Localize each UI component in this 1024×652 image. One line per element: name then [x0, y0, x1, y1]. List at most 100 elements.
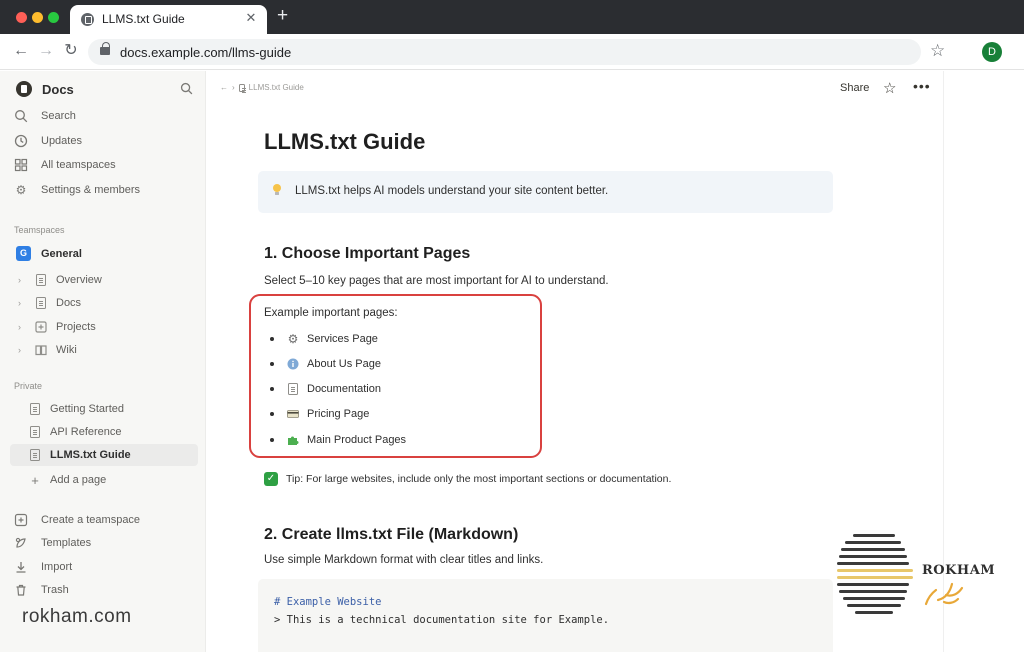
sidebar-item-updates[interactable]: Updates — [14, 131, 82, 151]
sidebar-item-search[interactable]: Search — [14, 106, 76, 126]
list-item: About Us Page — [270, 358, 381, 370]
list-item: Main Product Pages — [270, 434, 406, 446]
templates-icon — [15, 537, 26, 548]
sidebar-item-wiki[interactable]: › Wiki — [18, 340, 77, 360]
logo-script-icon — [924, 582, 964, 606]
clock-icon — [14, 134, 28, 148]
sidebar-item-label: Templates — [41, 537, 92, 549]
teamspace-general[interactable]: G General — [16, 246, 82, 261]
sidebar-item-label: Create a teamspace — [41, 514, 141, 526]
list-item-label: Main Product Pages — [307, 434, 407, 446]
bookmark-star-icon[interactable]: ☆ — [930, 41, 945, 61]
code-block[interactable]: # Example Website > This is a technical … — [258, 579, 833, 652]
chevron-right-icon: › — [232, 83, 235, 92]
sidebar-item-docs[interactable]: › Docs — [18, 293, 81, 313]
tip: ✓ Tip: For large websites, include only … — [264, 472, 671, 486]
section-heading-1: 1. Choose Important Pages — [264, 245, 471, 262]
info-icon — [287, 358, 299, 370]
puzzle-icon — [288, 436, 299, 445]
share-button[interactable]: Share — [840, 82, 869, 94]
sidebar-item-overview[interactable]: › Overview — [18, 270, 102, 290]
list-item: Documentation — [270, 383, 381, 395]
add-page-label: Add a page — [50, 474, 107, 486]
gear-icon: ⚙ — [287, 332, 299, 346]
plus-icon: + — [31, 472, 39, 488]
page-title: LLMS.txt Guide — [264, 129, 426, 154]
list-item-label: Services Page — [307, 333, 378, 345]
workspace-logo-icon — [16, 81, 32, 97]
back-arrow-icon[interactable]: ← — [220, 83, 228, 92]
new-tab-button[interactable]: + — [277, 6, 288, 26]
close-tab-icon[interactable]: ✕ — [243, 10, 259, 26]
more-options-icon[interactable]: ••• — [913, 78, 931, 94]
section-text-2: Use simple Markdown format with clear ti… — [264, 554, 544, 566]
bullet-dot — [270, 362, 274, 366]
teamspace-label: General — [41, 247, 82, 260]
sidebar-item-api-reference[interactable]: API Reference — [10, 421, 198, 443]
back-arrow-icon[interactable]: ← — [12, 42, 30, 60]
breadcrumb-page[interactable]: LLMS.txt Guide — [249, 83, 304, 92]
sidebar-item-label: Trash — [41, 584, 69, 596]
callout-text: LLMS.txt helps AI models understand your… — [295, 185, 609, 197]
chevron-right-icon[interactable]: › — [18, 298, 28, 308]
sidebar-item-label: Wiki — [56, 344, 77, 356]
sidebar-item-getting-started[interactable]: Getting Started — [10, 398, 198, 420]
chevron-right-icon[interactable]: › — [18, 345, 28, 355]
list-item-label: Pricing Page — [307, 408, 370, 420]
grid-icon — [14, 158, 28, 172]
address-bar[interactable]: docs.example.com/llms-guide — [88, 39, 921, 65]
bullet-dot — [270, 438, 274, 442]
favicon-icon — [81, 13, 94, 26]
sidebar-item-import[interactable]: Import — [14, 557, 72, 577]
page-icon — [28, 402, 42, 416]
bullet-dot — [270, 387, 274, 391]
search-icon[interactable] — [180, 82, 193, 95]
add-page-button[interactable]: + Add a page — [28, 470, 106, 490]
breadcrumb: ← › LLMS.txt Guide — [220, 83, 304, 92]
book-icon — [35, 345, 47, 356]
forward-arrow-icon[interactable]: → — [37, 42, 55, 60]
document-icon — [34, 296, 48, 310]
code-line: # Example Website — [274, 596, 382, 608]
favorite-star-icon[interactable]: ☆ — [883, 79, 896, 97]
sidebar-item-create-teamspace[interactable]: Create a teamspace — [14, 510, 140, 530]
profile-avatar[interactable]: D — [982, 42, 1002, 62]
teamspaces-header: Teamspaces — [14, 225, 65, 235]
rokham-logo-icon — [837, 534, 913, 614]
chevron-right-icon[interactable]: › — [18, 275, 28, 285]
sidebar: Docs Search Updates All teamspaces ⚙ Set… — [0, 71, 206, 652]
page-icon — [28, 425, 42, 439]
sidebar-item-projects[interactable]: › Projects — [18, 317, 96, 337]
page-icon — [28, 448, 42, 462]
workspace-switcher[interactable]: Docs — [16, 81, 74, 97]
browser-tab[interactable]: LLMS.txt Guide ✕ — [70, 5, 267, 34]
url-text[interactable]: docs.example.com/llms-guide — [120, 45, 291, 60]
sidebar-item-label: All teamspaces — [41, 159, 116, 171]
sidebar-item-label: Docs — [56, 297, 82, 309]
card-icon — [287, 410, 299, 418]
minimize-window-button[interactable] — [32, 12, 43, 23]
reload-icon[interactable]: ↻ — [62, 42, 80, 60]
code-line: > This is a technical documentation site… — [274, 614, 610, 626]
sidebar-item-templates[interactable]: Templates — [14, 533, 91, 553]
browser-toolbar: ← → ↻ docs.example.com/llms-guide ☆ D — [0, 34, 1024, 70]
list-item: ⚙ Services Page — [270, 332, 378, 346]
search-icon — [15, 110, 28, 123]
close-window-button[interactable] — [16, 12, 27, 23]
maximize-window-button[interactable] — [48, 12, 59, 23]
sidebar-item-trash[interactable]: Trash — [14, 580, 69, 600]
gear-icon: ⚙ — [15, 183, 27, 197]
sidebar-item-label: Search — [41, 110, 76, 122]
list-item-label: About Us Page — [307, 358, 381, 370]
sidebar-item-label: API Reference — [50, 426, 122, 438]
sidebar-item-all-teamspaces[interactable]: All teamspaces — [14, 155, 116, 175]
sidebar-item-llms-guide[interactable]: LLMS.txt Guide — [10, 444, 198, 466]
list-item-label: Documentation — [307, 383, 381, 395]
tip-text: Tip: For large websites, include only th… — [286, 473, 672, 485]
page-icon — [238, 83, 246, 92]
checkmark-icon: ✓ — [264, 472, 278, 486]
import-icon — [16, 562, 26, 573]
chevron-right-icon[interactable]: › — [18, 322, 28, 332]
callout: LLMS.txt helps AI models understand your… — [258, 171, 833, 213]
sidebar-item-settings[interactable]: ⚙ Settings & members — [14, 180, 140, 200]
